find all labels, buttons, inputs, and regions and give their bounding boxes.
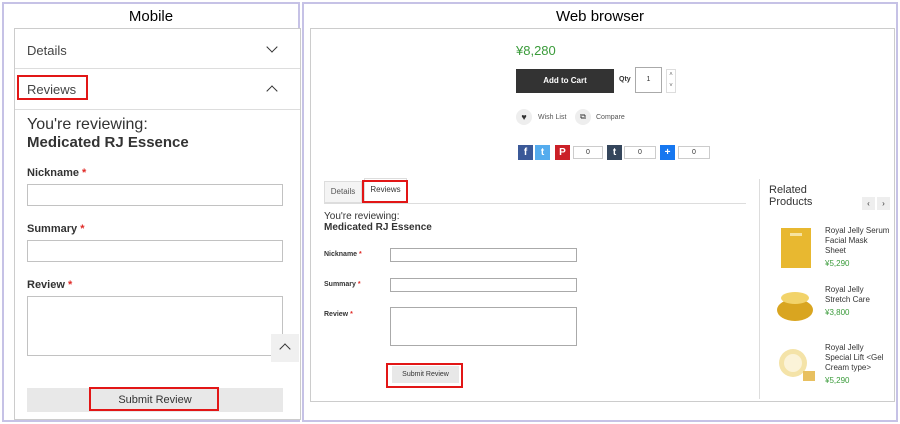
summary-field[interactable] (390, 278, 577, 292)
chevron-down-icon (266, 41, 278, 53)
pinterest-count: 0 (573, 146, 603, 159)
nickname-field[interactable] (390, 248, 577, 262)
compare-link[interactable]: Compare (596, 114, 625, 121)
related-product-image[interactable] (773, 225, 813, 271)
web-panel-title: Web browser (555, 8, 645, 25)
nickname-field[interactable] (27, 184, 283, 206)
qty-input[interactable]: 1 (635, 67, 662, 93)
reviewing-prefix: You're reviewing: (27, 116, 148, 133)
reviewing-prefix: You're reviewing: (324, 211, 400, 222)
browser-page: ¥8,280 Add to Cart Qty 1 ˄ ˅ ♥ Wish List … (310, 28, 895, 402)
submit-highlight-box (89, 387, 219, 411)
review-textarea[interactable] (27, 296, 283, 356)
addthis-count: 0 (678, 146, 710, 159)
twitter-icon[interactable]: t (535, 145, 550, 160)
mobile-screen: Details Reviews You're reviewing: Medica… (14, 28, 301, 420)
reviews-highlight-box (17, 75, 88, 100)
related-product-image[interactable] (773, 341, 817, 387)
carousel-prev-button[interactable]: ‹ (862, 197, 875, 210)
related-product-image[interactable] (773, 282, 817, 326)
tumblr-icon[interactable]: t (607, 145, 622, 160)
pinterest-icon[interactable]: P (555, 145, 570, 160)
related-products-title: Related Products (769, 184, 813, 208)
product-name: Medicated RJ Essence (324, 222, 432, 233)
carousel-next-button[interactable]: › (877, 197, 890, 210)
mobile-panel-title: Mobile (128, 8, 174, 25)
wishlist-link[interactable]: Wish List (538, 114, 566, 121)
web-panel: Web browser ¥8,280 Add to Cart Qty 1 ˄ ˅ … (302, 2, 898, 422)
summary-label: Summary * (324, 281, 361, 288)
details-accordion-label: Details (27, 43, 67, 58)
reviews-tab-highlight-box (362, 180, 408, 203)
product-price: ¥8,280 (516, 43, 556, 58)
summary-field[interactable] (27, 240, 283, 262)
review-label: Review * (324, 311, 353, 318)
compare-icon[interactable]: ⧉ (575, 109, 591, 125)
add-share-icon[interactable]: + (660, 145, 675, 160)
related-product-price: ¥5,290 (825, 259, 850, 268)
related-product-price: ¥5,290 (825, 376, 850, 385)
chevron-up-icon (279, 343, 291, 355)
tab-divider (324, 203, 746, 204)
heart-icon[interactable]: ♥ (516, 109, 532, 125)
review-label: Review * (27, 279, 73, 291)
qty-label: Qty (619, 76, 631, 83)
add-to-cart-button[interactable]: Add to Cart (516, 69, 614, 93)
details-accordion[interactable]: Details (15, 29, 300, 69)
nickname-label: Nickname * (27, 167, 87, 179)
related-product-name[interactable]: Royal Jelly Special Lift <Gel Cream type> (825, 343, 883, 373)
qty-stepper[interactable]: ˄ ˅ (666, 69, 676, 93)
related-product-name[interactable]: Royal Jelly Serum Facial Mask Sheet (825, 226, 889, 256)
summary-label: Summary * (27, 223, 85, 235)
related-product-price: ¥3,800 (825, 308, 850, 317)
chevron-up-icon (266, 85, 278, 97)
mobile-panel: Mobile Details Reviews You're reviewing:… (2, 2, 301, 422)
facebook-icon[interactable]: f (518, 145, 533, 160)
tumblr-count: 0 (624, 146, 656, 159)
sidebar-divider (759, 179, 760, 399)
related-product-name[interactable]: Royal Jelly Stretch Care (825, 285, 870, 305)
submit-highlight-box (386, 363, 463, 388)
product-name: Medicated RJ Essence (27, 134, 189, 151)
nickname-label: Nickname * (324, 251, 362, 258)
tab-details[interactable]: Details (324, 181, 362, 203)
review-textarea[interactable] (390, 307, 577, 346)
scroll-to-top-button[interactable] (271, 334, 299, 362)
